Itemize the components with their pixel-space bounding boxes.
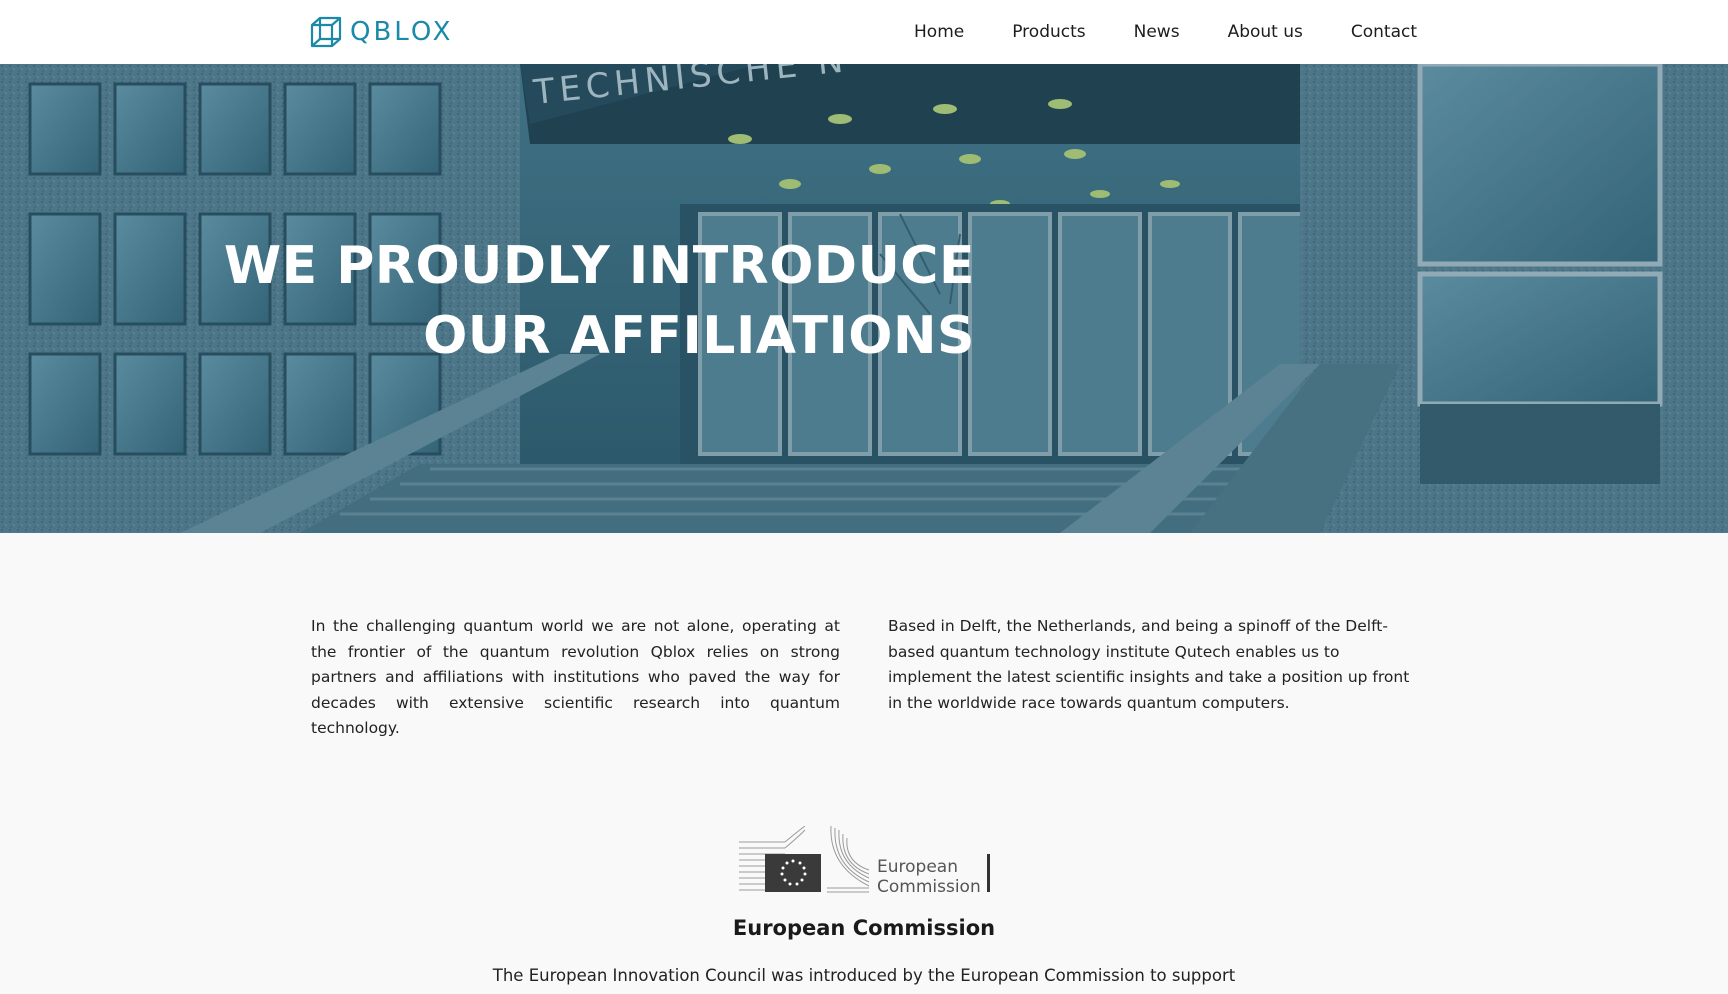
logo-text: QBLOX: [350, 17, 454, 47]
ec-logo-text-1: European: [877, 857, 958, 877]
hero-banner: TECHNISCHE N WE PROUDLY INTRODUCE OUR AF…: [0, 64, 1728, 533]
intro-text-left: In the challenging quantum world we are …: [311, 617, 840, 737]
site-header: QBLOX Home Products News About us Contac…: [0, 0, 1728, 64]
nav-news[interactable]: News: [1134, 22, 1180, 42]
affiliation-heading: European Commission: [732, 916, 996, 940]
affiliation-description: The European Innovation Council was intr…: [492, 966, 1236, 985]
hero-title: WE PROUDLY INTRODUCE OUR AFFILIATIONS: [200, 231, 975, 371]
hero-title-line-2: OUR AFFILIATIONS: [423, 306, 975, 366]
nav-contact[interactable]: Contact: [1351, 22, 1417, 42]
ec-logo-text-2: Commission: [877, 877, 981, 894]
nav-about-us[interactable]: About us: [1228, 22, 1303, 42]
hero-title-line-1: WE PROUDLY INTRODUCE: [223, 236, 975, 296]
cube-icon: [310, 16, 342, 48]
nav-home[interactable]: Home: [914, 22, 964, 42]
logo-link[interactable]: QBLOX: [310, 15, 453, 49]
intro-text-right: Based in Delft, the Netherlands, and bei…: [888, 617, 1410, 712]
nav-products[interactable]: Products: [1012, 22, 1085, 42]
european-commission-logo: European Commission: [739, 826, 990, 894]
main-nav: Home Products News About us Contact: [914, 0, 1417, 64]
